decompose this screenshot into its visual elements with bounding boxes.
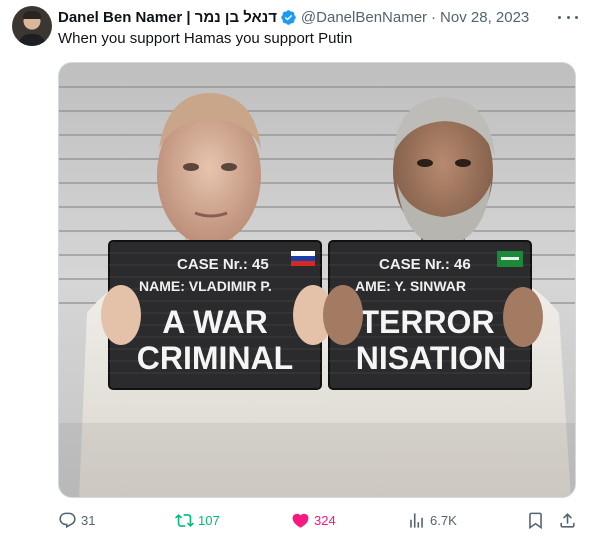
right-hand: [503, 287, 543, 347]
reply-icon: [59, 512, 76, 528]
views-icon: [410, 512, 423, 528]
left-line2: CRIMINAL: [137, 340, 293, 376]
reply-button[interactable]: 31: [58, 508, 95, 532]
bookmark-icon: [529, 512, 542, 529]
avatar-shirt: [18, 34, 46, 46]
more-dot: [558, 15, 561, 19]
right-name: AME: Y. SINWAR: [355, 278, 466, 294]
right-line2: NISATION: [356, 340, 507, 376]
like-count: 324: [314, 512, 336, 528]
left-case-number: CASE Nr.: 45: [177, 256, 269, 273]
retweet-icon: [175, 513, 194, 527]
russia-flag: [291, 251, 315, 266]
tweet-date[interactable]: Nov 28, 2023: [440, 9, 529, 26]
tweet: Danel Ben Namer | דנאל בן נמר @DanelBenN…: [0, 0, 592, 549]
retweet-count: 107: [198, 512, 220, 528]
left-line1: A WAR: [162, 304, 267, 340]
share-icon: [560, 512, 575, 528]
views-button[interactable]: 6.7K: [407, 508, 457, 532]
right-case-number: CASE Nr.: 46: [379, 256, 471, 273]
action-bar: 31 107 324 6.7K: [58, 508, 578, 532]
left-name: NAME: VLADIMIR P.: [139, 278, 272, 294]
bottom-shade: [59, 423, 575, 497]
tweet-image[interactable]: CASE Nr.: 45 NAME: VLADIMIR P. A WAR CRI…: [58, 62, 576, 498]
avatar-hair: [23, 11, 41, 19]
left-sign: CASE Nr.: 45 NAME: VLADIMIR P. A WAR CRI…: [101, 240, 333, 390]
mugshot-image: CASE Nr.: 45 NAME: VLADIMIR P. A WAR CRI…: [59, 63, 575, 497]
more-dot: [575, 15, 578, 19]
more-icon[interactable]: [558, 8, 578, 26]
views-count: 6.7K: [430, 512, 457, 528]
left-hand: [101, 285, 141, 345]
handle[interactable]: @DanelBenNamer: [301, 9, 427, 26]
tweet-text: When you support Hamas you support Putin: [58, 30, 353, 47]
tweet-header: Danel Ben Namer | דנאל בן נמר @DanelBenN…: [58, 7, 529, 27]
right-sign: CASE Nr.: 46 AME: Y. SINWAR TERROR NISAT…: [323, 240, 543, 390]
share-button[interactable]: [558, 508, 577, 532]
more-dot: [566, 15, 570, 19]
hamas-flag: [497, 251, 523, 267]
bookmark-button[interactable]: [526, 508, 545, 532]
right-line1: TERROR: [359, 304, 494, 340]
right-hand: [323, 285, 363, 345]
avatar[interactable]: [12, 6, 52, 46]
like-button[interactable]: 324: [291, 508, 336, 532]
display-name[interactable]: Danel Ben Namer | דנאל בן נמר: [58, 9, 277, 26]
reply-count: 31: [81, 512, 96, 528]
like-icon: [292, 513, 309, 528]
verified-badge-icon: [281, 9, 296, 25]
separator-dot: ·: [431, 8, 437, 26]
retweet-button[interactable]: 107: [175, 508, 220, 532]
